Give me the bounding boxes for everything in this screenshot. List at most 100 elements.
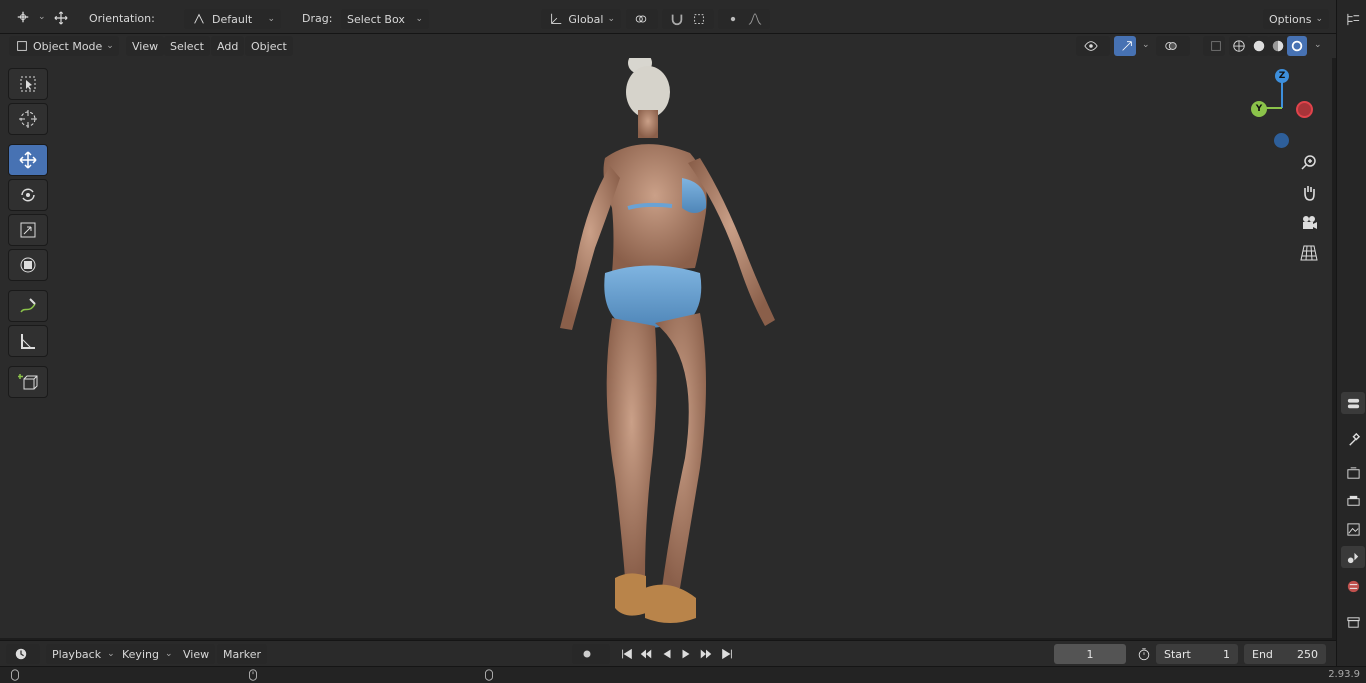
transform-orientation-value: Global [568, 12, 604, 26]
world-icon [1347, 580, 1359, 592]
move-tool[interactable] [8, 144, 48, 176]
menu-add-label: Add [217, 39, 239, 53]
move-tool-icon[interactable] [52, 9, 70, 27]
chevron-down-icon: ⌄ [106, 41, 114, 51]
play-reverse-button[interactable] [658, 644, 676, 664]
axis-y-label: Y [1255, 104, 1263, 114]
axis-z[interactable]: Z [1275, 69, 1289, 83]
menu-view[interactable]: View [126, 36, 165, 56]
measure-tool[interactable] [8, 325, 48, 357]
perspective-toggle-button[interactable] [1296, 240, 1322, 266]
current-frame-field[interactable]: 1 [1054, 644, 1126, 664]
menu-timeline-view[interactable]: View [177, 644, 216, 664]
tab-output[interactable] [1341, 490, 1365, 512]
jump-end-button[interactable] [718, 644, 736, 664]
chevron-down-icon[interactable]: ⌄ [1142, 40, 1150, 50]
gizmo-toggle[interactable] [1114, 36, 1136, 56]
overlays-dropdown[interactable] [1156, 36, 1190, 56]
mode-dropdown[interactable]: Object Mode ⌄ [9, 36, 119, 56]
xray-toggle[interactable] [1203, 36, 1225, 56]
add-cube-tool[interactable] [8, 366, 48, 398]
orientation-dropdown[interactable]: Default ⌄ [184, 9, 281, 29]
menu-view-label: View [132, 39, 159, 53]
stopwatch-icon[interactable] [1135, 645, 1153, 663]
prev-keyframe-button[interactable] [637, 644, 655, 664]
next-keyframe-button[interactable] [697, 644, 715, 664]
snap-dropdown[interactable] [662, 9, 714, 29]
shading-rendered[interactable] [1287, 36, 1307, 56]
tool-header: ⌄ Orientation: Default ⌄ Drag: Select Box… [0, 0, 1336, 34]
visibility-dropdown[interactable] [1076, 36, 1110, 56]
version-label: 2.93.9 [1328, 669, 1360, 680]
mode-value: Object Mode [33, 39, 103, 53]
end-frame-field[interactable]: End 250 [1244, 644, 1326, 664]
menu-playback[interactable]: Playback ⌄ [46, 644, 121, 664]
camera-view-button[interactable] [1296, 210, 1322, 236]
start-frame-field[interactable]: Start 1 [1156, 644, 1238, 664]
menu-add[interactable]: Add [211, 36, 245, 56]
options-dropdown[interactable]: Options ⌄ [1263, 9, 1329, 29]
select-box-tool[interactable] [8, 68, 48, 100]
chevron-down-icon[interactable]: ⌄ [1314, 40, 1322, 50]
axis-y[interactable]: Y [1251, 101, 1267, 117]
eye-icon [1082, 37, 1100, 55]
transform-tool[interactable] [8, 249, 48, 281]
3d-viewport[interactable]: Z Y [0, 58, 1332, 638]
drag-dropdown[interactable]: Select Box ⌄ [341, 9, 429, 29]
axis-z-negative[interactable] [1274, 133, 1289, 148]
falloff-curve-icon [746, 10, 764, 28]
shading-material[interactable] [1268, 36, 1288, 56]
tab-render[interactable] [1341, 462, 1365, 484]
tab-view-layer[interactable] [1341, 518, 1365, 540]
outliner-toggle[interactable] [1341, 8, 1365, 30]
shading-wireframe[interactable] [1229, 36, 1249, 56]
cursor-tool[interactable] [8, 103, 48, 135]
menu-object[interactable]: Object [245, 36, 293, 56]
chevron-down-icon: ⌄ [1315, 14, 1323, 24]
jump-end-icon [722, 648, 732, 660]
zoom-button[interactable] [1296, 150, 1322, 176]
tab-tool-settings[interactable] [1341, 392, 1365, 414]
timeline-editor-type[interactable] [6, 644, 40, 664]
annotate-tool[interactable] [8, 290, 48, 322]
menu-marker[interactable]: Marker [217, 644, 268, 664]
transform-icon [20, 257, 36, 273]
hand-icon [1304, 186, 1315, 201]
axis-x-negative[interactable] [1296, 101, 1313, 118]
character-model[interactable] [0, 58, 1332, 638]
jump-start-button[interactable] [618, 644, 636, 664]
pan-button[interactable] [1296, 180, 1322, 206]
wireframe-sphere-icon [1231, 37, 1247, 55]
scale-tool[interactable] [8, 214, 48, 246]
proportional-edit-dropdown[interactable] [718, 9, 770, 29]
play-button[interactable] [677, 644, 695, 664]
play-icon [682, 649, 690, 659]
status-bar: 2.93.9 [0, 666, 1366, 683]
chevron-down-icon: ⌄ [38, 12, 46, 22]
tab-tool[interactable] [1341, 428, 1365, 450]
editor-type-button[interactable]: ⌄ [8, 7, 52, 27]
mouse-right-icon [482, 667, 496, 683]
drag-label: Drag: [302, 12, 333, 25]
transform-orientation-dropdown[interactable]: Global ⌄ [541, 9, 621, 29]
menu-keying[interactable]: Keying ⌄ [116, 644, 179, 664]
object-mode-icon [15, 37, 29, 55]
tab-collection[interactable] [1341, 611, 1365, 633]
tab-scene[interactable] [1341, 546, 1365, 568]
overlay-icon [1162, 37, 1180, 55]
navigation-gizmo[interactable]: Z Y [1240, 65, 1320, 160]
blender-window: ⌄ Orientation: Default ⌄ Drag: Select Box… [0, 0, 1366, 683]
pivot-point-dropdown[interactable] [626, 9, 658, 29]
menu-select[interactable]: Select [164, 36, 210, 56]
shading-solid[interactable] [1249, 36, 1269, 56]
zoom-icon [1301, 155, 1316, 170]
add-cube-icon [18, 374, 38, 390]
rotate-tool[interactable] [8, 179, 48, 211]
scene-icon [1347, 552, 1358, 563]
auto-keying-toggle[interactable] [572, 644, 610, 664]
orientation-value: Default [212, 12, 253, 26]
axis-z-label: Z [1278, 71, 1286, 81]
gizmo-icon [1120, 37, 1134, 55]
tab-world[interactable] [1341, 575, 1365, 597]
viewport-icon [14, 8, 32, 26]
